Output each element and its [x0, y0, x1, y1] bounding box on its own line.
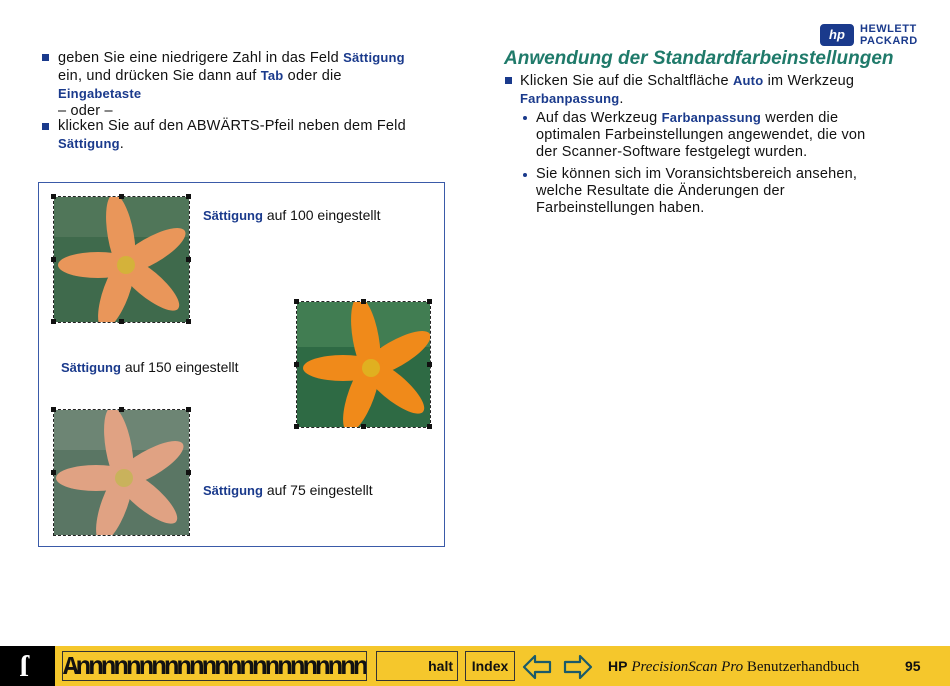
selection-handle	[51, 407, 56, 412]
saturation-figure: Sättigung auf 100 eingestellt Sättigung …	[38, 182, 445, 547]
text: oder die	[283, 68, 342, 84]
selection-handle	[186, 470, 191, 475]
chapter-title-button[interactable]: Annnnnnnnnnnnnnnnnnnnnnnnnn	[62, 651, 367, 681]
title-product: PrecisionScan Pro	[631, 659, 744, 675]
selection-handle	[119, 407, 124, 412]
arrow-right-icon[interactable]	[563, 654, 593, 680]
selection-handle	[427, 299, 432, 304]
selection-handle	[186, 194, 191, 199]
bullet-square-icon	[505, 77, 512, 84]
keyword-farbanpassung: Farbanpassung	[520, 91, 620, 106]
selection-handle	[186, 407, 191, 412]
text: optimalen Farbeinstellungen angewendet, …	[536, 127, 866, 143]
bullet-square-icon	[42, 54, 49, 61]
selection-handle	[361, 424, 366, 429]
text: im Werkzeug	[763, 73, 855, 89]
keyword-farbanpassung: Farbanpassung	[661, 110, 762, 125]
right-sub-bullet-2: Sie können sich im Voransichtsbereich an…	[536, 166, 946, 217]
bullet-square-icon	[42, 123, 49, 130]
selection-handle	[186, 257, 191, 262]
selection-handle	[361, 299, 366, 304]
footer-chapter-tab: ſ	[0, 646, 55, 686]
text: Sie können sich im Voransichtsbereich an…	[536, 166, 858, 182]
caption-saturation-100: Sättigung auf 100 eingestellt	[203, 207, 380, 223]
keyword-eingabetaste: Eingabetaste	[58, 86, 142, 101]
selection-handle	[186, 319, 191, 324]
selection-handle	[51, 194, 56, 199]
left-bullet-2: klicken Sie auf den ABWÄRTS-Pfeil neben …	[58, 118, 478, 153]
bullet-dot-icon	[523, 173, 527, 177]
logo-line-2: PACKARD	[860, 35, 918, 47]
hp-logo: hp HEWLETT PACKARD	[820, 24, 932, 48]
selection-handle	[51, 257, 56, 262]
text: auf 150 eingestellt	[120, 359, 239, 375]
text: Farbeinstellungen haben.	[536, 200, 705, 216]
lily-image-saturation-75	[53, 409, 190, 536]
left-bullet-1: geben Sie eine niedrigere Zahl in das Fe…	[58, 49, 478, 120]
hp-logo-text: HEWLETT PACKARD	[860, 24, 918, 47]
text: ein, und drücken Sie dann auf	[58, 68, 261, 84]
footer-glyph: ſ	[20, 650, 29, 683]
footer-bar: ſ Annnnnnnnnnnnnnnnnnnnnnnnnn halt Index…	[0, 646, 950, 686]
caption-saturation-150: Sättigung auf 150 eingestellt	[61, 359, 238, 375]
keyword-saettigung: Sättigung	[343, 50, 405, 65]
index-button[interactable]: Index	[465, 651, 515, 681]
bullet-dot-icon	[523, 116, 527, 120]
manual-title: HP PrecisionScan Pro Benutzerhandbuch	[608, 658, 859, 676]
selection-handle	[294, 362, 299, 367]
selection-handle	[51, 319, 56, 324]
arrow-left-icon[interactable]	[522, 654, 552, 680]
page-number: 95	[905, 658, 921, 674]
text: auf 100 eingestellt	[262, 207, 381, 223]
selection-handle	[119, 319, 124, 324]
selection-handle	[294, 424, 299, 429]
keyword-saettigung: Sättigung	[61, 360, 121, 375]
keyword-auto: Auto	[732, 73, 764, 88]
text: welche Resultate die Änderungen der	[536, 183, 785, 199]
text: .	[619, 91, 624, 107]
logo-line-1: HEWLETT	[860, 23, 917, 35]
text: .	[119, 136, 124, 152]
hp-logo-badge: hp	[820, 24, 854, 46]
text: geben Sie eine niedrigere Zahl in das Fe…	[58, 50, 344, 66]
text: Klicken Sie auf die Schaltfläche	[520, 73, 733, 89]
keyword-tab: Tab	[260, 68, 284, 83]
title-rest: Benutzerhandbuch	[743, 659, 860, 675]
keyword-saettigung: Sättigung	[58, 136, 120, 151]
index-label: Index	[471, 658, 509, 674]
lily-image-saturation-150	[296, 301, 431, 428]
text: auf 75 eingestellt	[262, 482, 373, 498]
section-heading: Anwendung der Standardfarbeinstellungen	[504, 48, 894, 69]
contents-button[interactable]: halt	[376, 651, 458, 681]
keyword-saettigung: Sättigung	[203, 208, 263, 223]
selection-handle	[51, 470, 56, 475]
text: werden die	[761, 110, 839, 126]
caption-saturation-75: Sättigung auf 75 eingestellt	[203, 482, 373, 498]
selection-handle	[427, 362, 432, 367]
text: Auf das Werkzeug	[536, 110, 662, 126]
keyword-saettigung: Sättigung	[203, 483, 263, 498]
right-bullet: Klicken Sie auf die Schaltfläche Auto im…	[520, 72, 940, 108]
selection-handle	[427, 424, 432, 429]
selection-handle	[119, 194, 124, 199]
title-hp: HP	[608, 658, 628, 674]
text: klicken Sie auf den ABWÄRTS-Pfeil neben …	[58, 118, 406, 134]
contents-label: halt	[428, 658, 453, 674]
lily-image-saturation-100	[53, 196, 190, 323]
text: der Scanner-Software festgelegt wurden.	[536, 144, 808, 160]
right-sub-bullet-1: Auf das Werkzeug Farbanpassung werden di…	[536, 109, 946, 161]
selection-handle	[294, 299, 299, 304]
chapter-title-text: Annnnnnnnnnnnnnnnnnnnnnnnnn	[63, 652, 366, 681]
